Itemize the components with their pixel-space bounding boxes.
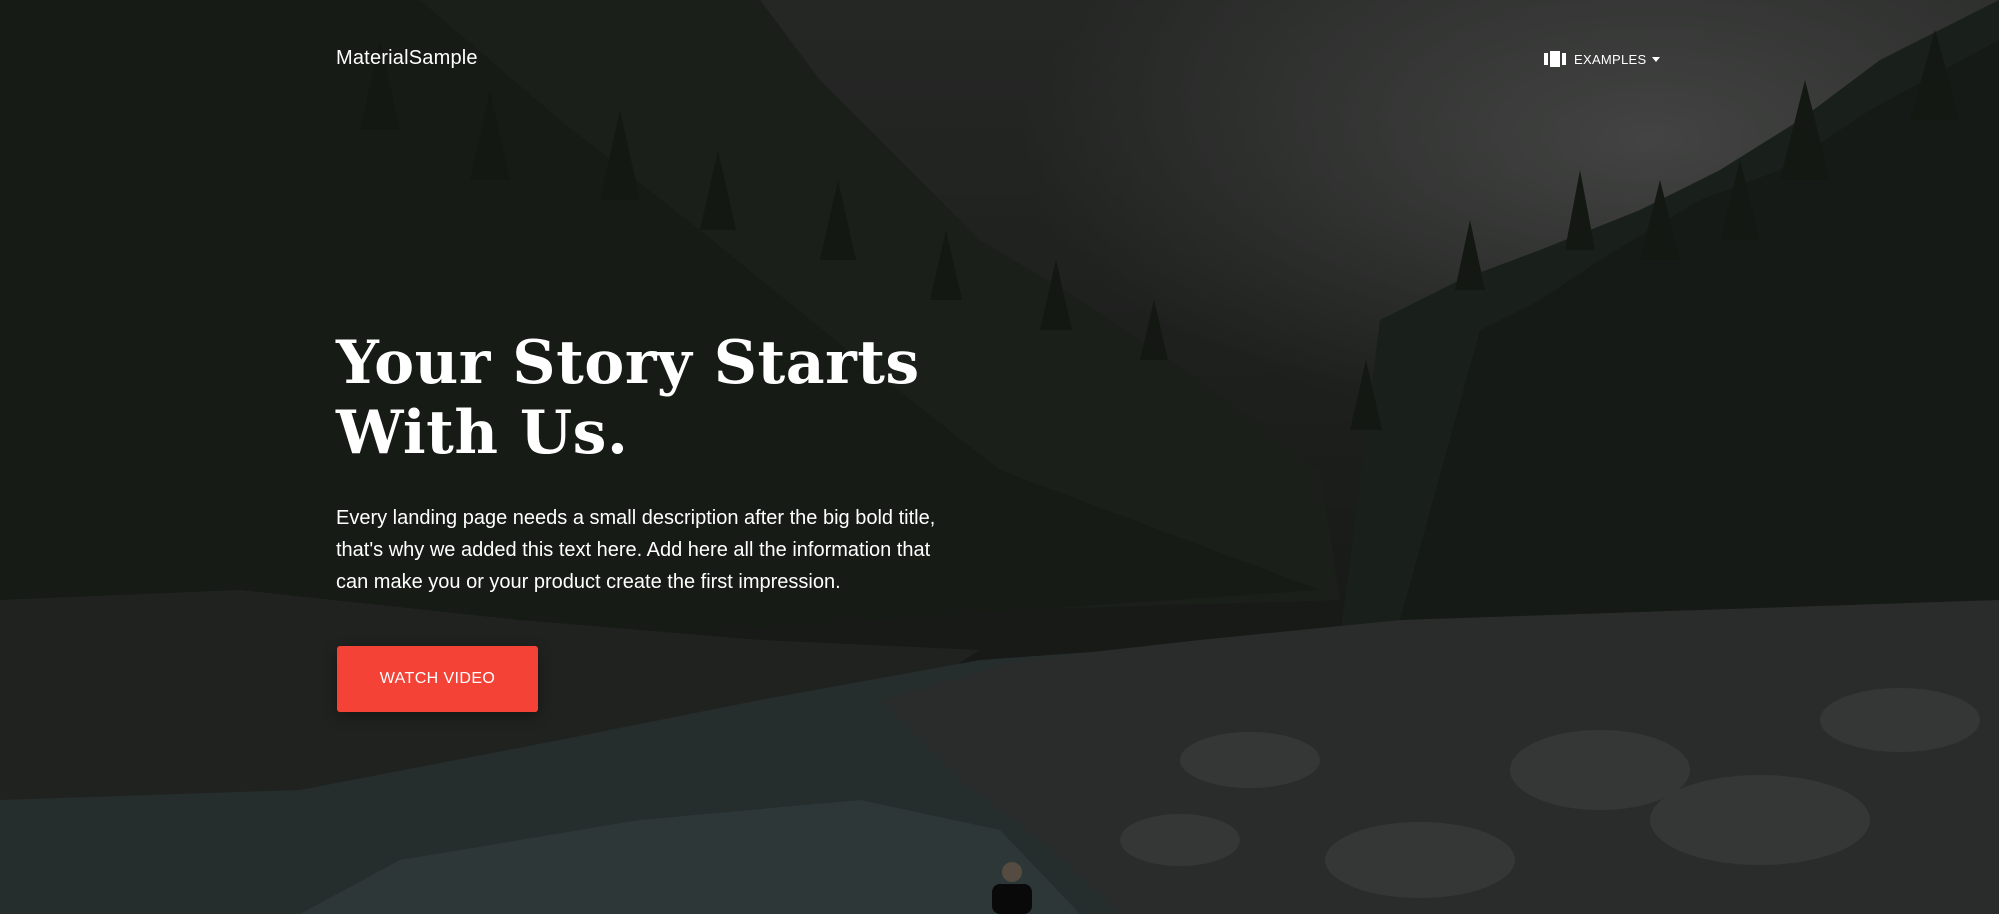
hero-description-line-1: Every landing page needs a small descrip… — [336, 507, 936, 529]
examples-dropdown[interactable]: EXAMPLES — [1544, 51, 1661, 67]
view-carousel-icon — [1544, 51, 1566, 67]
hero-title-line-1: Your Story Starts — [336, 328, 920, 398]
examples-dropdown-label: EXAMPLES — [1574, 51, 1647, 67]
hero-title: Your Story Starts With Us. — [336, 328, 956, 468]
hero-description-line-3: can make you or your product create the … — [336, 571, 841, 593]
watch-video-button[interactable]: WATCH VIDEO — [337, 646, 538, 712]
hero-description-line-2: that's why we added this text here. Add … — [336, 539, 931, 561]
brand-link[interactable]: MaterialSample — [336, 47, 478, 70]
background-overlay — [0, 0, 1999, 914]
chevron-down-icon — [1652, 56, 1661, 62]
hero-description: Every landing page needs a small descrip… — [336, 502, 996, 598]
hero-title-line-2: With Us. — [336, 398, 629, 468]
navbar: MaterialSample EXAMPLES — [336, 36, 1666, 84]
hero-section: MaterialSample EXAMPLES Your Story Start… — [0, 0, 1999, 914]
